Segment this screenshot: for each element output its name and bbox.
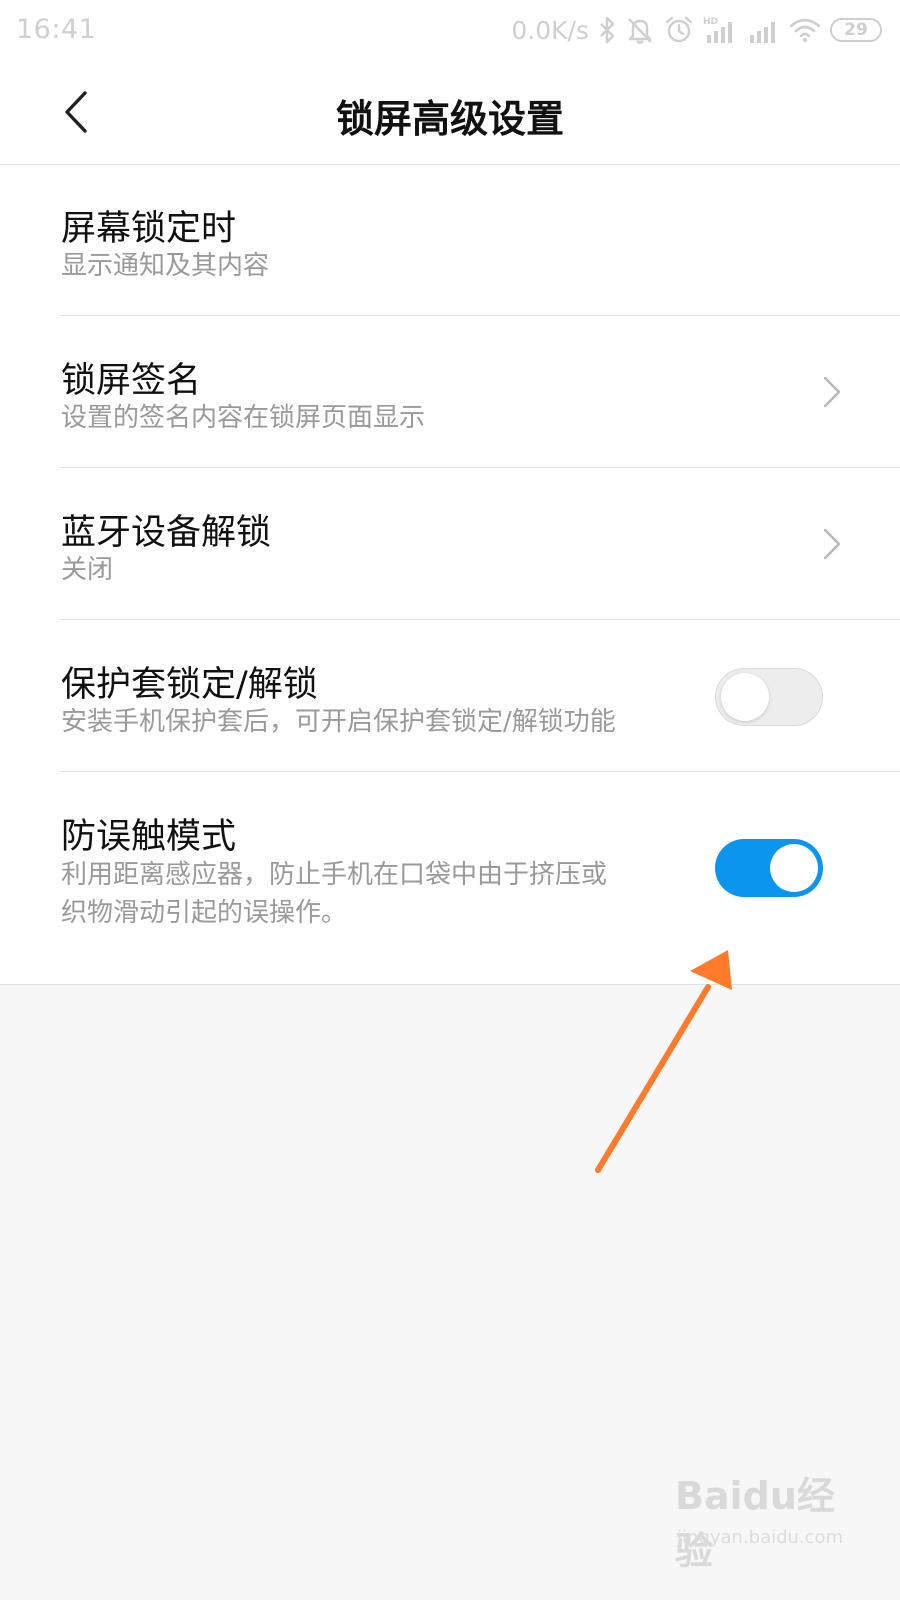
wifi-icon [789, 18, 821, 43]
setting-cover-lock: 保护套锁定/解锁 安装手机保护套后，可开启保护套锁定/解锁功能 [0, 620, 900, 772]
mute-icon [628, 18, 652, 44]
battery-level: 29 [844, 20, 868, 40]
anti-mistouch-toggle[interactable] [715, 839, 823, 897]
alarm-icon [665, 16, 693, 43]
setting-title: 蓝牙设备解锁 [61, 513, 272, 553]
watermark-url: jingyan.baidu.com [677, 1527, 844, 1548]
setting-title: 防误触模式 [61, 817, 237, 857]
list-bottom-border [0, 984, 900, 985]
setting-lock-screen-signature[interactable]: 锁屏签名 设置的签名内容在锁屏页面显示 [0, 316, 900, 468]
page-title: 锁屏高级设置 [335, 97, 564, 141]
watermark-logo: Baidu经验 [675, 1474, 835, 1573]
setting-bluetooth-unlock[interactable]: 蓝牙设备解锁 关闭 [0, 468, 900, 620]
setting-title: 屏幕锁定时 [61, 209, 237, 249]
setting-subtitle: 显示通知及其内容 [61, 251, 270, 281]
toggle-knob [721, 673, 769, 721]
setting-subtitle: 设置的签名内容在锁屏页面显示 [61, 403, 426, 433]
setting-title: 锁屏签名 [61, 361, 202, 401]
top-bar: 16:41 0.0K/s HD 29 锁屏高级设置 [0, 0, 900, 165]
setting-subtitle-line-2: 织物滑动引起的误操作。 [61, 898, 348, 928]
header: 锁屏高级设置 [0, 62, 900, 165]
watermark: Baidu经验 jingyan.baidu.com [675, 1465, 855, 1575]
setting-subtitle-line-1: 利用距离感应器，防止手机在口袋中由于挤压或 [61, 860, 608, 890]
status-icons: 0.0K/s HD 29 [511, 12, 882, 48]
cover-lock-toggle[interactable] [715, 668, 823, 726]
bluetooth-icon [600, 16, 615, 44]
hd-signal-icon: HD [703, 17, 732, 43]
svg-text:HD: HD [703, 17, 718, 27]
network-speed: 0.0K/s [511, 15, 589, 45]
setting-title: 保护套锁定/解锁 [61, 665, 318, 705]
chevron-right-icon [823, 376, 841, 408]
battery-icon: 29 [830, 18, 882, 42]
status-bar: 16:41 0.0K/s HD 29 [0, 0, 900, 62]
toggle-knob [770, 844, 818, 892]
annotation-arrow [595, 950, 732, 1173]
setting-anti-mistouch: 防误触模式 利用距离感应器，防止手机在口袋中由于挤压或 织物滑动引起的误操作。 [0, 772, 900, 985]
settings-list: 屏幕锁定时 显示通知及其内容 锁屏签名 设置的签名内容在锁屏页面显示 蓝牙设备解… [0, 165, 900, 985]
signal-icon [750, 22, 775, 43]
setting-subtitle: 关闭 [61, 555, 114, 585]
chevron-right-icon [823, 528, 841, 560]
setting-subtitle: 安装手机保护套后，可开启保护套锁定/解锁功能 [61, 707, 616, 737]
setting-lock-screen-notification[interactable]: 屏幕锁定时 显示通知及其内容 [0, 165, 900, 315]
status-time: 16:41 [16, 14, 97, 45]
